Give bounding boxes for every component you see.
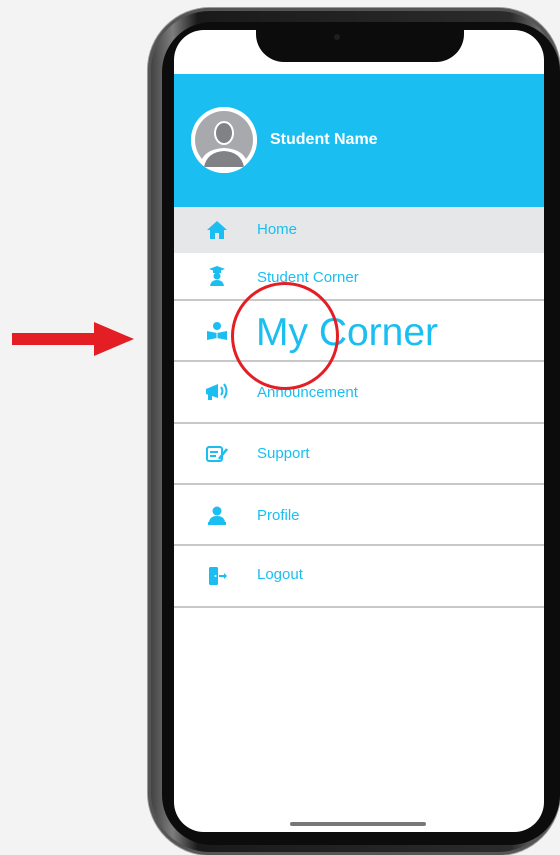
edit-note-icon [202, 439, 232, 469]
menu-item-logout[interactable]: Logout [174, 546, 544, 608]
student-name: Student Name [270, 131, 378, 148]
phone-notch [256, 22, 464, 62]
menu-label-support: Support [257, 445, 310, 462]
reading-icon [202, 316, 232, 346]
app-screen: Student Name Home Student Corner My Corn… [174, 30, 544, 832]
megaphone-icon [202, 377, 232, 407]
home-icon [202, 215, 232, 245]
profile-header: Student Name [174, 74, 544, 207]
annotation-circle [231, 282, 339, 390]
menu-label-logout: Logout [257, 566, 303, 583]
camera-dot [334, 34, 340, 40]
menu-item-my-corner[interactable]: My Corner [174, 301, 544, 362]
menu-item-announcement[interactable]: Announcement [174, 362, 544, 424]
home-indicator-bar[interactable] [290, 822, 426, 826]
person-icon [202, 501, 232, 531]
logout-icon [202, 561, 232, 591]
menu-item-support[interactable]: Support [174, 424, 544, 485]
menu-item-home[interactable]: Home [174, 207, 544, 253]
avatar-person-icon [191, 107, 257, 173]
avatar[interactable] [191, 107, 257, 173]
graduate-icon [202, 261, 232, 291]
menu-item-student-corner[interactable]: Student Corner [174, 253, 544, 301]
menu-label-profile: Profile [257, 507, 300, 524]
menu-item-profile[interactable]: Profile [174, 485, 544, 546]
side-menu: Home Student Corner My Corner Announceme… [174, 207, 544, 608]
annotation-arrow [12, 322, 134, 356]
menu-label-home: Home [257, 221, 298, 238]
